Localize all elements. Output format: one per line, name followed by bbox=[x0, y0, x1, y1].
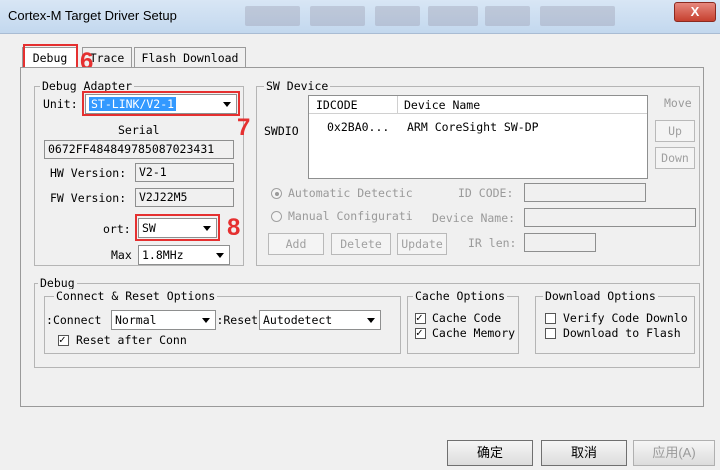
reset-value: Autodetect bbox=[263, 313, 333, 327]
background-window-tab bbox=[245, 6, 300, 26]
hw-version-label: HW Version: bbox=[50, 166, 127, 180]
serial-field: 0672FF484849785087023431 bbox=[44, 140, 234, 159]
hw-version-field: V2-1 bbox=[135, 163, 234, 182]
reset-label: Reset: bbox=[218, 313, 258, 327]
background-window-tab bbox=[485, 6, 530, 26]
id-code-label: ID CODE: bbox=[458, 186, 514, 200]
connect-reset-label: Connect & Reset Options bbox=[54, 289, 218, 303]
sw-device-label: SW Device bbox=[264, 79, 331, 93]
move-label: Move bbox=[664, 96, 692, 110]
unit-label: Unit: bbox=[43, 97, 78, 111]
delete-button[interactable]: Delete bbox=[331, 233, 391, 255]
cache-code-checkbox[interactable] bbox=[415, 311, 426, 324]
fw-version-label: FW Version: bbox=[50, 191, 127, 205]
row-idcode[interactable]: 0x2BA0... bbox=[327, 120, 389, 134]
annotation-number-7: 7 bbox=[237, 114, 251, 141]
background-window-tab bbox=[428, 6, 478, 26]
close-button[interactable]: X bbox=[674, 2, 716, 22]
download-to-flash-label: Download to Flash bbox=[563, 326, 681, 340]
device-name-label: Device Name: bbox=[432, 211, 516, 225]
port-label: ort: bbox=[103, 222, 131, 236]
background-window-tab bbox=[310, 6, 365, 26]
add-button[interactable]: Add bbox=[268, 233, 324, 255]
row-device-name[interactable]: ARM CoreSight SW-DP bbox=[407, 120, 539, 134]
automatic-detection-label: Automatic Detectic bbox=[288, 186, 413, 200]
max-clock-label: Max bbox=[111, 248, 132, 262]
move-down-button[interactable]: Down bbox=[655, 147, 695, 169]
swdio-label: SWDIO bbox=[264, 124, 299, 138]
annotation-number-8: 8 bbox=[227, 214, 241, 241]
background-window-tab bbox=[375, 6, 420, 26]
manual-configuration-label: Manual Configurati bbox=[288, 209, 413, 223]
download-options-group bbox=[535, 296, 695, 354]
reset-select[interactable]: Autodetect bbox=[259, 310, 381, 330]
serial-label: Serial bbox=[118, 123, 160, 137]
column-divider bbox=[397, 96, 398, 114]
annotation-box-port bbox=[135, 214, 220, 241]
download-options-label: Download Options bbox=[543, 289, 658, 303]
ir-len-field[interactable] bbox=[524, 233, 596, 252]
cache-memory-label: Cache Memory bbox=[432, 326, 516, 340]
fw-version-field: V2J22M5 bbox=[135, 188, 234, 207]
cache-code-label: Cache Code bbox=[432, 311, 502, 325]
cancel-button[interactable]: 取消 bbox=[541, 440, 627, 466]
cache-memory-checkbox[interactable] bbox=[415, 326, 426, 339]
automatic-detection-radio[interactable] bbox=[271, 188, 282, 199]
cache-options-group bbox=[407, 296, 519, 354]
column-header-idcode: IDCODE bbox=[316, 98, 358, 112]
connect-value: Normal bbox=[115, 313, 157, 327]
ok-button[interactable]: 确定 bbox=[447, 440, 533, 466]
id-code-field[interactable] bbox=[524, 183, 646, 202]
debug-group-label: Debug bbox=[38, 276, 77, 290]
max-clock-select[interactable]: 1.8MHz bbox=[138, 245, 230, 265]
move-up-button[interactable]: Up bbox=[655, 120, 695, 142]
background-window-tab bbox=[540, 6, 615, 26]
max-clock-value: 1.8MHz bbox=[142, 248, 184, 262]
verify-code-download-checkbox[interactable] bbox=[545, 313, 556, 324]
download-to-flash-checkbox[interactable] bbox=[545, 328, 556, 339]
update-button[interactable]: Update bbox=[397, 233, 447, 255]
annotation-box-unit bbox=[82, 91, 240, 116]
reset-after-connect-checkbox[interactable] bbox=[58, 333, 69, 346]
chevron-down-icon[interactable] bbox=[364, 313, 378, 327]
connect-label: Connect: bbox=[46, 313, 102, 327]
tab-flash-download[interactable]: Flash Download bbox=[134, 47, 246, 69]
apply-button[interactable]: 应用(A) bbox=[633, 440, 715, 466]
chevron-down-icon[interactable] bbox=[199, 313, 213, 327]
sw-device-table[interactable]: IDCODE Device Name 0x2BA0... ARM CoreSig… bbox=[308, 95, 648, 179]
column-header-device-name: Device Name bbox=[404, 98, 481, 112]
ir-len-label: IR len: bbox=[468, 236, 517, 250]
verify-code-download-label: Verify Code Downlo bbox=[563, 311, 688, 325]
cache-options-label: Cache Options bbox=[413, 289, 508, 303]
manual-configuration-radio[interactable] bbox=[271, 211, 282, 222]
window-title: Cortex-M Target Driver Setup bbox=[8, 8, 177, 23]
connect-select[interactable]: Normal bbox=[111, 310, 216, 330]
reset-after-connect-label: Reset after Conn bbox=[76, 333, 187, 347]
chevron-down-icon[interactable] bbox=[213, 248, 227, 262]
device-name-field[interactable] bbox=[524, 208, 696, 227]
